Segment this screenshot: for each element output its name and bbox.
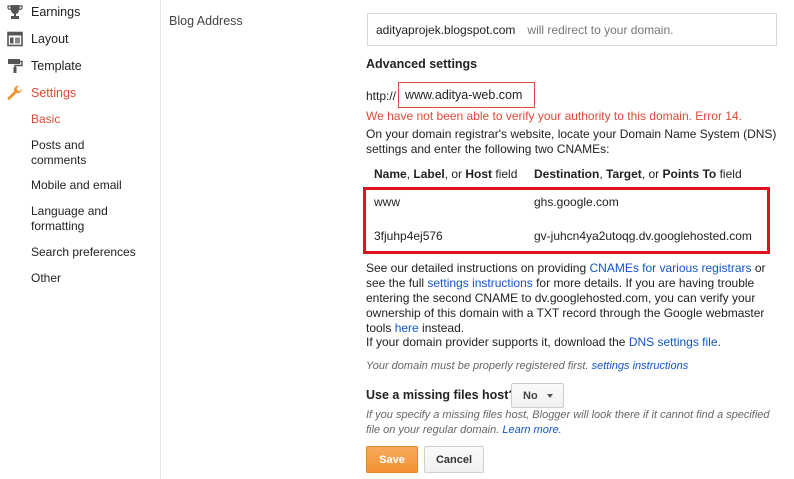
- table-header-destination: Destination, Target, or Points To field: [534, 167, 742, 181]
- cnames-registrars-link[interactable]: CNAMEs for various registrars: [589, 261, 751, 275]
- blog-address-label: Blog Address: [169, 14, 243, 28]
- table-header-name: Name, Label, or Host field: [374, 167, 518, 181]
- cname-instructions: On your domain registrar's website, loca…: [366, 127, 777, 156]
- paint-roller-icon: [6, 58, 23, 74]
- blog-address-section: Blog Address adityaprojek.blogspot.com w…: [161, 0, 794, 479]
- layout-icon: [6, 31, 23, 47]
- cname-row-1-destination: ghs.google.com: [534, 195, 619, 209]
- settings-instructions-link[interactable]: settings instructions: [427, 276, 532, 290]
- missing-files-selected: No: [523, 389, 538, 402]
- trophy-icon: [6, 4, 23, 20]
- nav-item-settings[interactable]: Settings: [6, 83, 76, 103]
- verification-error: We have not been able to verify your aut…: [366, 109, 742, 123]
- dns-file-text: If your domain provider supports it, dow…: [366, 335, 721, 349]
- nav-item-earnings[interactable]: Earnings: [6, 2, 80, 22]
- missing-files-label: Use a missing files host?: [366, 388, 517, 402]
- blogspot-subdomain: adityaprojek.blogspot.com: [376, 22, 516, 37]
- blog-address-box: adityaprojek.blogspot.com will redirect …: [367, 13, 777, 46]
- wrench-icon: [6, 85, 23, 101]
- cname-row-2-destination: gv-juhcn4ya2utoqg.dv.googlehosted.com: [534, 229, 752, 243]
- cname-row-2-name: 3fjuhp4ej576: [374, 229, 443, 243]
- nav-item-template[interactable]: Template: [6, 56, 82, 76]
- subnav-search-preferences[interactable]: Search preferences: [31, 245, 151, 260]
- settings-sidebar: Earnings Layout Template Settings Basic …: [0, 0, 160, 479]
- registration-settings-link[interactable]: settings instructions: [592, 360, 689, 372]
- missing-files-select[interactable]: No: [511, 383, 564, 408]
- chevron-down-icon: [546, 393, 553, 398]
- advanced-settings-title: Advanced settings: [366, 57, 478, 71]
- subnav-basic[interactable]: Basic: [31, 112, 151, 127]
- subnav-other[interactable]: Other: [31, 271, 151, 286]
- settings-main-panel: Blog Address adityaprojek.blogspot.com w…: [160, 0, 794, 479]
- cancel-button[interactable]: Cancel: [424, 446, 484, 473]
- nav-label: Earnings: [31, 5, 81, 19]
- nav-label: Template: [31, 59, 82, 73]
- http-prefix: http://: [366, 89, 397, 103]
- nav-item-layout[interactable]: Layout: [6, 29, 69, 49]
- nav-label: Layout: [31, 32, 69, 46]
- missing-files-help: If you specify a missing files host, Blo…: [366, 409, 770, 436]
- nav-label: Settings: [31, 86, 77, 100]
- learn-more-link[interactable]: Learn more.: [502, 424, 561, 436]
- webmaster-tools-link[interactable]: here: [395, 321, 419, 335]
- dns-settings-file-link[interactable]: DNS settings file: [629, 335, 718, 349]
- redirect-note: will redirect to your domain.: [527, 22, 674, 37]
- save-button[interactable]: Save: [366, 446, 418, 473]
- subnav-mobile-and-email[interactable]: Mobile and email: [31, 178, 151, 193]
- cname-row-1-name: www: [374, 195, 400, 209]
- detail-instructions: See our detailed instructions on providi…: [366, 261, 766, 335]
- subnav-language-and-formatting[interactable]: Language and formatting: [31, 204, 121, 234]
- subnav-posts-and-comments[interactable]: Posts and comments: [31, 138, 121, 168]
- custom-domain-input[interactable]: [398, 82, 535, 108]
- registration-note: Your domain must be properly registered …: [366, 360, 689, 372]
